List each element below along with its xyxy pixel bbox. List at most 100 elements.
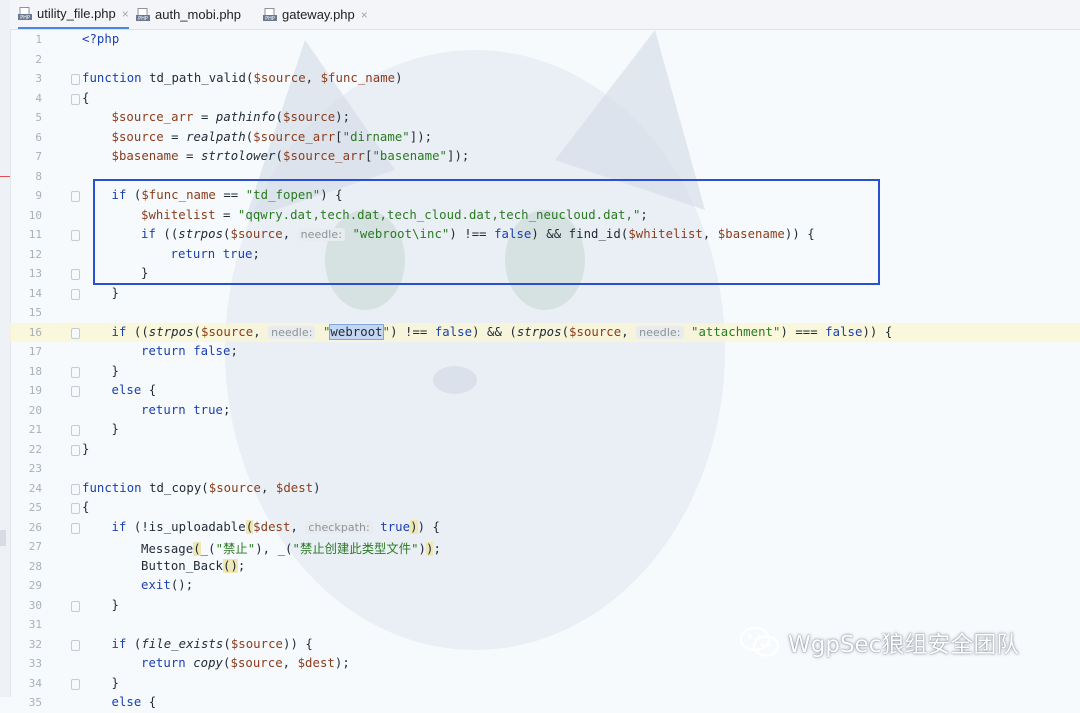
- line-number: 29: [28, 579, 42, 592]
- fold-marker-icon[interactable]: [71, 600, 80, 612]
- code-token: ) ===: [780, 324, 826, 339]
- fold-marker-icon[interactable]: [71, 230, 80, 241]
- fold-marker-icon[interactable]: [71, 191, 80, 202]
- fold-marker-icon[interactable]: [71, 366, 80, 378]
- line-number: 12: [28, 247, 42, 261]
- code-line[interactable]: 21}: [10, 420, 1080, 440]
- code-line[interactable]: 18}: [10, 362, 1080, 382]
- tab-label: auth_mobi.php: [155, 7, 242, 22]
- code-text: $source = realpath($source_arr["dirname"…: [112, 130, 433, 144]
- code-text: Message(_("禁止"), _("禁止创建此类型文件"));: [141, 539, 441, 557]
- fold-marker-icon[interactable]: [71, 639, 80, 651]
- code-line[interactable]: 30}: [10, 596, 1080, 616]
- code-line[interactable]: 29 exit();: [10, 576, 1080, 596]
- code-line[interactable]: 25 {: [10, 498, 1080, 518]
- tab-gateway-php[interactable]: PHP gateway.php ×: [263, 0, 368, 29]
- code-token: $source: [230, 656, 283, 670]
- fold-marker-icon[interactable]: [71, 74, 80, 85]
- code-line[interactable]: 23: [10, 459, 1080, 479]
- line-number: 31: [28, 618, 42, 631]
- fold-marker-icon[interactable]: [71, 678, 80, 690]
- close-icon[interactable]: ×: [122, 7, 129, 21]
- fold-marker-icon[interactable]: [71, 522, 80, 534]
- code-token: webroot: [329, 323, 384, 340]
- code-token: ;: [237, 558, 246, 573]
- php-badge-text: PHP: [138, 16, 148, 22]
- code-token: =: [163, 129, 187, 144]
- code-line[interactable]: 35 else {: [10, 693, 1080, 713]
- code-token: strpos: [516, 324, 562, 339]
- tab-label: gateway.php: [282, 7, 355, 22]
- wechat-icon: [739, 626, 780, 657]
- code-token: _: [200, 542, 209, 556]
- line-number: 6: [35, 130, 42, 144]
- code-line[interactable]: 3 function td_path_valid($source, $func_n…: [10, 69, 1080, 89]
- line-number: 7: [35, 150, 42, 163]
- fold-marker-icon[interactable]: [71, 503, 80, 514]
- code-line[interactable]: 1 <?php: [10, 30, 1080, 50]
- code-token: $source_arr: [111, 110, 194, 124]
- code-token: (: [285, 542, 293, 556]
- code-line[interactable]: 15: [10, 303, 1080, 323]
- php-badge-text: PHP: [20, 15, 30, 21]
- code-token: }: [111, 422, 119, 436]
- line-number: 33: [28, 657, 42, 670]
- code-text: {: [82, 500, 89, 514]
- code-token: ;: [433, 542, 441, 556]
- fold-marker-icon[interactable]: [71, 425, 80, 436]
- code-token: (: [275, 110, 283, 124]
- line-number: 16: [28, 325, 42, 339]
- line-number: 32: [28, 637, 42, 651]
- code-line[interactable]: 17 return false;: [10, 342, 1080, 362]
- code-line[interactable]: 7 $basename = strtolower($source_arr["bas…: [10, 147, 1080, 167]
- code-line[interactable]: 16 if ((strpos($source, needle: "webroot"…: [10, 322, 1080, 342]
- fold-marker-icon[interactable]: [71, 288, 80, 300]
- close-icon[interactable]: ×: [361, 8, 368, 22]
- code-line[interactable]: 20 return true;: [10, 401, 1080, 421]
- code-line[interactable]: 34}: [10, 674, 1080, 694]
- code-line[interactable]: 24 function td_copy($source, $dest): [10, 479, 1080, 499]
- code-line[interactable]: 6 $source = realpath($source_arr["dirname…: [10, 128, 1080, 148]
- code-line[interactable]: 26 if (!is_uploadable($dest, checkpath: t…: [10, 518, 1080, 538]
- code-token: $source_arr: [282, 149, 365, 163]
- code-token: (): [223, 558, 238, 573]
- code-line[interactable]: 28 Button_Back();: [10, 557, 1080, 577]
- code-text: exit();: [141, 578, 193, 592]
- code-token: td_path_valid: [149, 71, 246, 85]
- code-token: $source: [111, 129, 164, 144]
- line-number: 5: [35, 111, 42, 124]
- code-token: else: [111, 383, 149, 397]
- code-token: function: [82, 480, 150, 495]
- code-token: "禁止创建此类型文件": [292, 542, 419, 556]
- code-editor[interactable]: 1 <?php 2 3 function td_path_valid($source, …: [10, 30, 1080, 709]
- code-line[interactable]: 2: [10, 50, 1080, 70]
- line-number: 20: [28, 403, 42, 417]
- tab-auth_mobi-php[interactable]: PHP auth_mobi.php: [136, 0, 247, 29]
- line-number: 24: [28, 481, 42, 495]
- code-token: true: [193, 402, 224, 417]
- code-token: $source_arr: [253, 129, 336, 144]
- parameter-hint: needle:: [268, 325, 316, 339]
- code-line[interactable]: 19 else {: [10, 381, 1080, 401]
- code-line[interactable]: 5 $source_arr = pathinfo($source);: [10, 108, 1080, 128]
- tab-utility_file-php[interactable]: PHP utility_file.php ×: [18, 0, 129, 29]
- code-text: Button_Back();: [141, 558, 246, 573]
- code-text: if (file_exists($source)) {: [112, 637, 313, 651]
- fold-marker-icon[interactable]: [71, 444, 80, 456]
- fold-marker-icon[interactable]: [71, 93, 80, 105]
- code-token: )) {: [862, 324, 893, 339]
- fold-marker-icon[interactable]: [71, 483, 80, 495]
- code-token: ) && (: [472, 324, 517, 339]
- code-line[interactable]: 22}: [10, 440, 1080, 460]
- code-line[interactable]: 14}: [10, 284, 1080, 304]
- code-token: ;: [230, 344, 238, 358]
- code-line[interactable]: 4{: [10, 89, 1080, 109]
- code-token: pathinfo: [215, 110, 276, 124]
- code-token: copy: [193, 656, 224, 670]
- code-token: {: [148, 695, 157, 709]
- fold-marker-icon[interactable]: [71, 327, 80, 339]
- code-token: ,: [253, 324, 269, 339]
- fold-marker-icon[interactable]: [71, 386, 80, 397]
- fold-marker-icon[interactable]: [71, 269, 80, 280]
- code-line[interactable]: 27 Message(_("禁止"), _("禁止创建此类型文件"));: [10, 537, 1080, 557]
